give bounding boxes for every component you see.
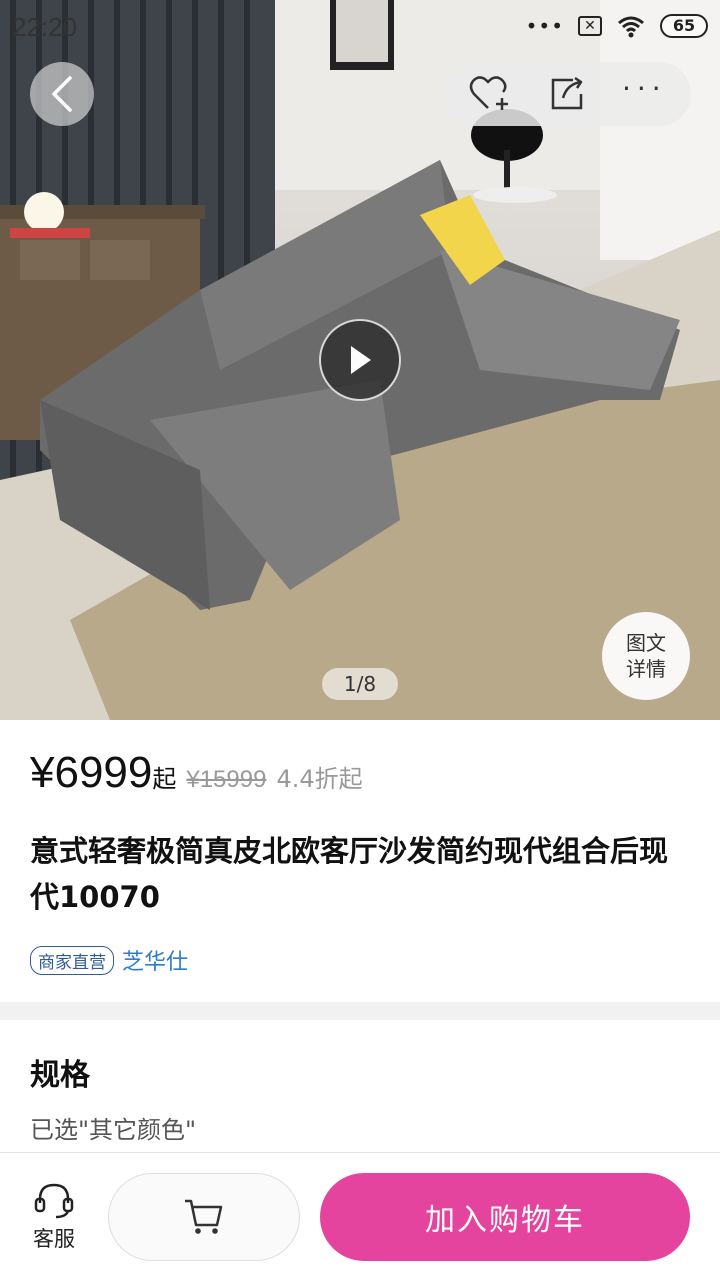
top-actions: ··· (443, 62, 691, 126)
original-price: ¥15999 (186, 766, 267, 793)
battery-icon: 65 (660, 14, 708, 38)
play-video-button[interactable] (319, 319, 401, 401)
status-time: 22:20 (12, 12, 78, 42)
status-bar: 22:20 ••• ✕ 65 (0, 0, 720, 52)
discount-label: 4.4折起 (276, 765, 363, 793)
back-button[interactable] (30, 62, 94, 126)
bottom-action-bar: 客服 加入购物车 (0, 1152, 720, 1280)
more-dots-icon: ••• (525, 14, 564, 38)
product-gallery[interactable]: 22:20 ••• ✕ 65 ··· 1/8 图文 详情 (0, 0, 720, 720)
price-row: ¥6999 起 ¥15999 4.4折起 (30, 748, 363, 798)
shopping-cart-icon (185, 1199, 223, 1234)
add-to-cart-button[interactable]: 加入购物车 (320, 1173, 690, 1261)
share-button[interactable] (539, 66, 595, 122)
heart-add-icon (469, 76, 508, 110)
play-icon (351, 346, 371, 374)
shop-row: 商家直营 芝华仕 (30, 944, 188, 976)
spec-section[interactable]: 规格 已选"其它颜色" (0, 1020, 720, 1152)
price-suffix: 起 (152, 765, 177, 793)
detail-label-line2: 详情 (626, 657, 666, 681)
current-price: ¥6999 (30, 748, 153, 797)
more-button[interactable]: ··· (616, 66, 672, 122)
headset-icon (34, 1183, 74, 1219)
shop-badge: 商家直营 (30, 945, 114, 975)
status-icons: ••• ✕ 65 (526, 14, 708, 38)
wifi-icon (618, 16, 644, 38)
shop-name-link[interactable]: 芝华仕 (122, 944, 188, 976)
customer-service-label: 客服 (33, 1227, 75, 1251)
spec-selected: 已选"其它颜色" (30, 1116, 197, 1144)
product-info: ¥6999 起 ¥15999 4.4折起 意式轻奢极简真皮北欧客厅沙发简约现代组… (0, 720, 720, 1002)
no-sim-icon: ✕ (578, 16, 602, 36)
share-icon (551, 76, 583, 110)
customer-service-button[interactable]: 客服 (22, 1181, 86, 1253)
favorite-button[interactable] (462, 66, 518, 122)
gallery-page-indicator: 1/8 (322, 668, 398, 700)
more-icon: ··· (621, 72, 667, 105)
section-divider (0, 1002, 720, 1020)
back-arrow-icon (52, 76, 72, 112)
image-detail-button[interactable]: 图文 详情 (602, 612, 690, 700)
detail-label-line1: 图文 (626, 631, 666, 655)
cart-button[interactable] (108, 1173, 300, 1261)
spec-title: 规格 (30, 1058, 90, 1093)
product-title: 意式轻奢极简真皮北欧客厅沙发简约现代组合后现代10070 (30, 834, 669, 914)
